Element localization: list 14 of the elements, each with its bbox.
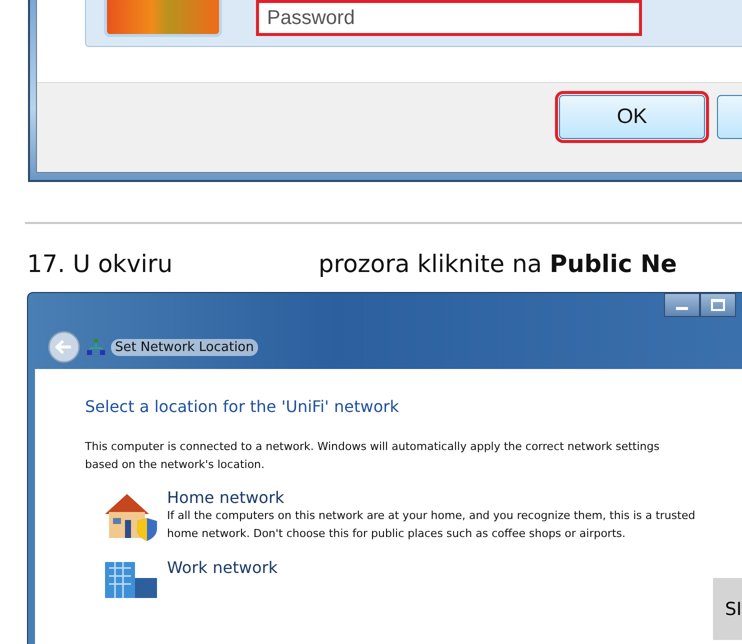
window-title: Set Network Location xyxy=(111,338,258,356)
side-tab[interactable]: SI xyxy=(713,578,742,640)
maximize-button[interactable] xyxy=(700,293,736,317)
page-heading: Select a location for the 'UniFi' network xyxy=(85,397,400,416)
minimize-button[interactable] xyxy=(664,293,700,317)
option-title[interactable]: Home network xyxy=(167,488,727,507)
step-instruction: prozora kliknite na Public Ne xyxy=(318,250,677,278)
option-title[interactable]: Work network xyxy=(167,558,278,577)
password-field[interactable]: Password xyxy=(256,0,642,36)
option-description: If all the computers on this network are at your home, and you recognize them, this is a trusted home network. Don't choose this for public places such as coffee shops or airports. xyxy=(167,508,696,542)
back-button[interactable] xyxy=(47,330,81,364)
step-number-text: 17. U okviru xyxy=(27,250,173,278)
intro-text: This computer is connected to a network. Windows will automatically apply the correct network settings based on the network's location. xyxy=(85,439,660,473)
network-icon xyxy=(87,339,105,355)
